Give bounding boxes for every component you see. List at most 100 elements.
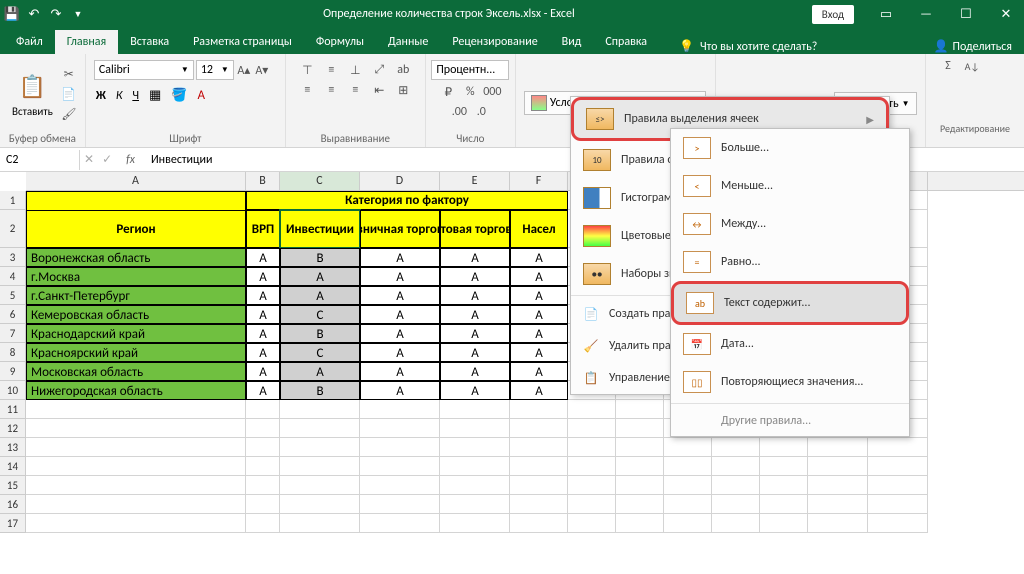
table-cell[interactable]: Нижегородская область (26, 381, 246, 400)
table-cell[interactable]: A (510, 286, 568, 305)
empty-cell[interactable] (26, 514, 246, 533)
table-cell[interactable]: Красноярский край (26, 343, 246, 362)
grow-font-icon[interactable]: A▴ (236, 62, 252, 78)
merge-icon[interactable]: ⊞ (395, 82, 411, 98)
table-cell[interactable]: A (510, 381, 568, 400)
align-bottom-icon[interactable]: ⊥ (347, 62, 363, 78)
empty-cell[interactable] (568, 495, 616, 514)
empty-cell[interactable] (760, 457, 808, 476)
empty-cell[interactable] (616, 457, 664, 476)
table-cell[interactable]: A (440, 343, 510, 362)
empty-cell[interactable] (26, 400, 246, 419)
table-cell[interactable]: Кемеровская область (26, 305, 246, 324)
table-cell[interactable]: A (510, 305, 568, 324)
row-header[interactable]: 5 (0, 286, 26, 305)
table-cell[interactable]: A (440, 267, 510, 286)
empty-cell[interactable] (616, 514, 664, 533)
table-cell[interactable]: C (280, 343, 360, 362)
cf-duplicate-values[interactable]: ▯▯ Повторяющиеся значения... (671, 363, 909, 401)
table-cell[interactable]: A (440, 381, 510, 400)
qat-dropdown-icon[interactable]: ▼ (70, 6, 86, 22)
row-header[interactable]: 7 (0, 324, 26, 343)
row-header[interactable]: 2 (0, 210, 26, 248)
cf-date-occurring[interactable]: 📅 Дата... (671, 325, 909, 363)
empty-cell[interactable] (280, 476, 360, 495)
empty-cell[interactable] (808, 476, 868, 495)
table-cell[interactable]: A (440, 286, 510, 305)
empty-cell[interactable] (510, 400, 568, 419)
shrink-font-icon[interactable]: A▾ (254, 62, 270, 78)
empty-cell[interactable] (26, 419, 246, 438)
table-cell[interactable]: B (280, 248, 360, 267)
empty-cell[interactable] (360, 400, 440, 419)
row-header[interactable]: 10 (0, 381, 26, 400)
col-header[interactable]: B (246, 172, 280, 190)
empty-cell[interactable] (26, 495, 246, 514)
empty-cell[interactable] (510, 514, 568, 533)
font-family-select[interactable]: Calibri▼ (94, 60, 194, 80)
empty-cell[interactable] (440, 419, 510, 438)
orientation-icon[interactable]: ⤢ (371, 62, 387, 78)
empty-cell[interactable] (868, 438, 928, 457)
row-header[interactable]: 9 (0, 362, 26, 381)
empty-cell[interactable] (760, 514, 808, 533)
empty-cell[interactable] (440, 400, 510, 419)
tab-insert[interactable]: Вставка (118, 30, 181, 54)
empty-cell[interactable] (712, 495, 760, 514)
empty-cell[interactable] (440, 495, 510, 514)
name-box[interactable]: C2 (0, 150, 80, 170)
tab-layout[interactable]: Разметка страницы (181, 30, 304, 54)
tab-data[interactable]: Данные (376, 30, 440, 54)
empty-cell[interactable] (26, 457, 246, 476)
bold-button[interactable]: Ж (94, 87, 108, 104)
align-left-icon[interactable]: ≡ (299, 82, 315, 98)
empty-cell[interactable] (280, 457, 360, 476)
empty-cell[interactable] (568, 400, 616, 419)
table-cell[interactable]: A (360, 267, 440, 286)
table-cell[interactable]: A (246, 305, 280, 324)
cf-between[interactable]: ↔ Между... (671, 205, 909, 243)
row-header[interactable]: 15 (0, 476, 26, 495)
empty-cell[interactable] (868, 495, 928, 514)
table-cell[interactable]: A (360, 305, 440, 324)
table-cell[interactable]: Воронежская область (26, 248, 246, 267)
tab-file[interactable]: Файл (4, 30, 55, 54)
font-size-select[interactable]: 12▼ (196, 60, 234, 80)
empty-cell[interactable] (246, 457, 280, 476)
accept-formula-icon[interactable]: ✓ (98, 152, 116, 167)
empty-cell[interactable] (808, 495, 868, 514)
table-cell[interactable]: A (246, 267, 280, 286)
tell-me-search[interactable]: 💡 Что вы хотите сделать? (679, 39, 817, 54)
empty-cell[interactable] (360, 419, 440, 438)
row-header[interactable]: 17 (0, 514, 26, 533)
empty-cell[interactable] (808, 514, 868, 533)
tab-review[interactable]: Рецензирование (440, 30, 549, 54)
login-button[interactable]: Вход (812, 5, 854, 24)
cut-icon[interactable]: ✂ (61, 66, 77, 82)
underline-button[interactable]: Ч (130, 87, 141, 104)
empty-cell[interactable] (246, 438, 280, 457)
empty-cell[interactable] (760, 495, 808, 514)
col-header[interactable]: E (440, 172, 510, 190)
close-icon[interactable]: ✕ (992, 7, 1020, 22)
empty-cell[interactable] (360, 476, 440, 495)
row-header[interactable]: 3 (0, 248, 26, 267)
row-header[interactable]: 12 (0, 419, 26, 438)
align-center-icon[interactable]: ≡ (323, 82, 339, 98)
col-header[interactable]: A (26, 172, 246, 190)
tab-help[interactable]: Справка (593, 30, 659, 54)
wrap-text-icon[interactable]: ab (395, 62, 411, 78)
table-cell[interactable]: B (280, 381, 360, 400)
sort-icon[interactable]: A↓ (964, 58, 980, 74)
empty-cell[interactable] (26, 438, 246, 457)
fx-icon[interactable]: fx (116, 153, 145, 167)
empty-cell[interactable] (616, 438, 664, 457)
ribbon-options-icon[interactable]: ▭ (872, 7, 900, 22)
empty-cell[interactable] (808, 457, 868, 476)
align-top-icon[interactable]: ⊤ (299, 62, 315, 78)
table-cell[interactable]: A (510, 343, 568, 362)
row-header[interactable]: 16 (0, 495, 26, 514)
empty-cell[interactable] (568, 438, 616, 457)
empty-cell[interactable] (868, 514, 928, 533)
font-color-button[interactable]: A (195, 87, 207, 104)
